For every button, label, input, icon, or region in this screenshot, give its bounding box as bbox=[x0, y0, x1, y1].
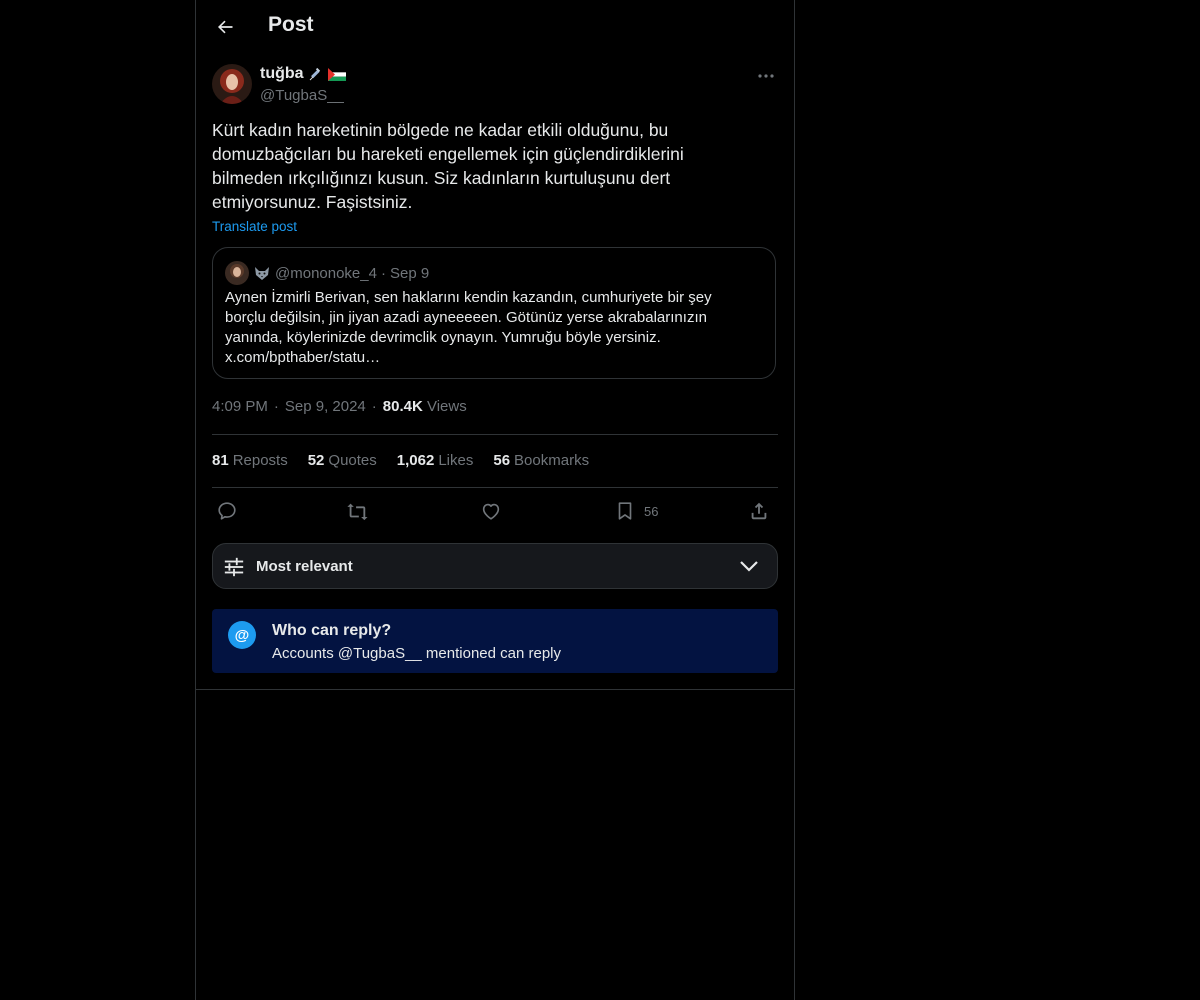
reposts-count: 81 bbox=[212, 452, 229, 469]
bookmark-button[interactable]: 56 bbox=[614, 498, 658, 524]
sort-replies-dropdown[interactable]: Most relevant bbox=[212, 543, 778, 589]
arrow-left-icon bbox=[218, 20, 233, 34]
action-bar: 56 bbox=[212, 498, 778, 526]
reposts-label: Reposts bbox=[232, 452, 288, 469]
quotes-label: Quotes bbox=[328, 452, 377, 469]
syringe-emoji-icon bbox=[309, 67, 320, 81]
quoted-separator: · bbox=[380, 264, 386, 282]
back-button[interactable] bbox=[210, 12, 240, 42]
repost-icon bbox=[347, 503, 368, 521]
author-handle[interactable]: @TugbaS__ bbox=[260, 87, 344, 104]
quoted-post[interactable]: @mononoke_4 · Sep 9 Aynen İzmirli Beriva… bbox=[212, 247, 776, 379]
wolf-emoji-icon bbox=[255, 267, 269, 280]
likes-stat[interactable]: 1,062 Likes bbox=[397, 452, 474, 469]
post-header: Post bbox=[196, 0, 794, 54]
quoted-avatar[interactable] bbox=[225, 261, 249, 285]
author-name-text: tuğba bbox=[260, 65, 304, 82]
post-meta: 4:09 PM · Sep 9, 2024 · 80.4K Views bbox=[212, 398, 467, 415]
engagement-stats: 81 Reposts 52 Quotes 1,062 Likes 56 Bookmark… bbox=[212, 452, 589, 469]
translate-post-link[interactable]: Translate post bbox=[212, 219, 297, 234]
likes-count: 1,062 bbox=[396, 452, 435, 469]
post-author: tuğba @TugbaS__ bbox=[212, 64, 778, 108]
post-text: Kürt kadın hareketinin bölgede ne kadar … bbox=[212, 120, 684, 212]
bookmark-icon bbox=[618, 502, 632, 520]
more-dots-icon bbox=[758, 74, 774, 78]
bookmarks-count: 56 bbox=[493, 452, 511, 469]
sort-label: Most relevant bbox=[256, 558, 353, 575]
views-count: 80.4K bbox=[382, 398, 423, 415]
share-icon bbox=[751, 502, 767, 520]
likes-label: Likes bbox=[438, 452, 474, 469]
quoted-date[interactable]: Sep 9 bbox=[390, 265, 429, 282]
more-options-button[interactable] bbox=[754, 64, 778, 88]
avatar[interactable] bbox=[212, 64, 252, 104]
post-date[interactable]: Sep 9, 2024 bbox=[285, 398, 366, 415]
bookmarks-label: Bookmarks bbox=[514, 452, 590, 469]
quoted-text: Aynen İzmirli Berivan, sen haklarını ken… bbox=[225, 289, 712, 366]
palestine-flag-icon bbox=[327, 67, 346, 81]
reply-button[interactable] bbox=[216, 498, 238, 524]
quoted-post-header: @mononoke_4 · Sep 9 bbox=[225, 261, 429, 285]
divider bbox=[212, 487, 778, 488]
reply-restriction-notice: @ Who can reply? Accounts @TugbaS__ ment… bbox=[212, 609, 778, 673]
meta-separator: · bbox=[273, 398, 279, 415]
share-button[interactable] bbox=[748, 498, 770, 524]
post-time[interactable]: 4:09 PM bbox=[212, 398, 268, 415]
reposts-stat[interactable]: 81 Reposts bbox=[212, 452, 288, 469]
meta-separator: · bbox=[371, 398, 377, 415]
author-name[interactable]: tuğba bbox=[260, 65, 346, 83]
reply-restriction-title: Who can reply? bbox=[272, 622, 392, 639]
like-button[interactable] bbox=[480, 498, 502, 524]
quoted-handle[interactable]: @mononoke_4 bbox=[275, 265, 377, 282]
divider bbox=[196, 689, 794, 690]
reply-restriction-subtitle: Accounts @TugbaS__ mentioned can reply bbox=[272, 645, 562, 662]
repost-button[interactable] bbox=[346, 498, 368, 524]
quotes-stat[interactable]: 52 Quotes bbox=[308, 452, 377, 469]
chevron-down-icon bbox=[740, 561, 758, 572]
reply-icon bbox=[218, 502, 236, 520]
views-stat: 80.4K Views bbox=[383, 398, 467, 415]
bookmark-count: 56 bbox=[644, 503, 659, 519]
divider bbox=[212, 434, 778, 435]
post-column: Post tuğba @TugbaS__ Kürt kadın hareketi… bbox=[195, 0, 795, 1000]
quotes-count: 52 bbox=[307, 452, 325, 469]
at-sign-icon: @ bbox=[228, 621, 256, 649]
page-title: Post bbox=[268, 13, 314, 36]
heart-icon bbox=[482, 503, 500, 520]
sliders-icon bbox=[224, 557, 244, 577]
bookmarks-stat[interactable]: 56 Bookmarks bbox=[493, 452, 589, 469]
views-label: Views bbox=[426, 398, 467, 415]
